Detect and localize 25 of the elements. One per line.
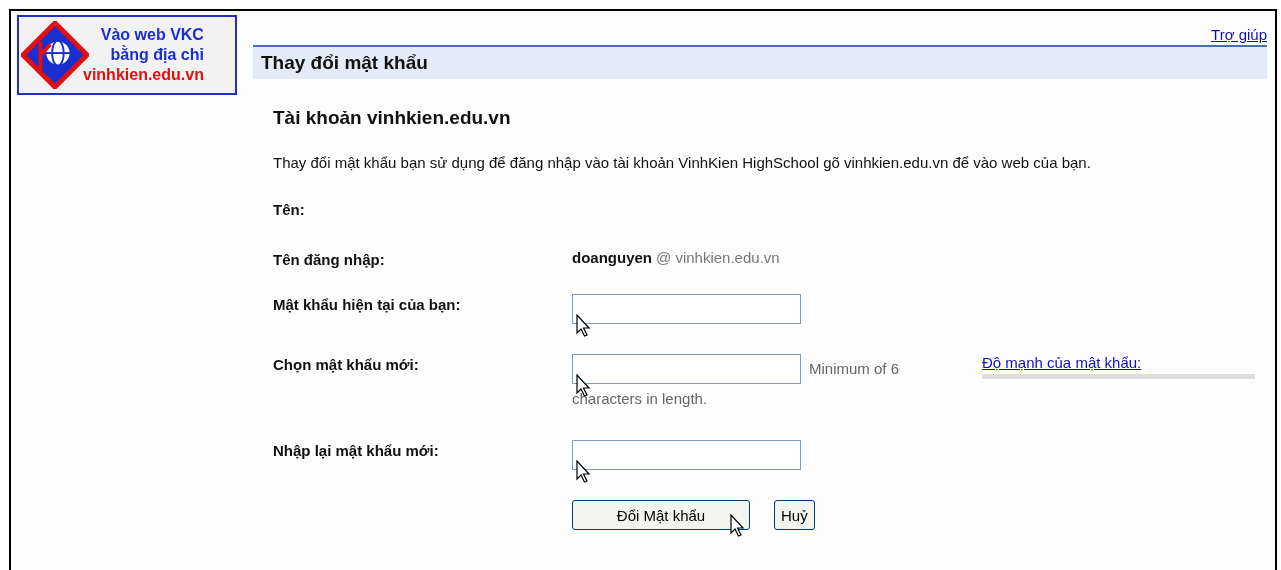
field-label: Nhập lại mật khẩu mới: <box>273 441 440 459</box>
help-link[interactable]: Trợ giúp <box>1211 26 1267 43</box>
logo-text: Vào web VKC <box>100 25 204 45</box>
field-label: Mật khẩu hiện tại của bạn: <box>273 295 462 313</box>
mouse-pointer-icon <box>576 314 592 338</box>
password-field[interactable] <box>572 354 801 384</box>
form-button[interactable]: Huỷ <box>774 500 815 530</box>
form-button[interactable]: Đổi Mật khẩu <box>572 500 750 530</box>
domain-text: @ vinhkien.edu.vn <box>656 249 780 266</box>
description-text: Thay đổi mật khẩu bạn sử dụng để đăng nhập vào tài khoản VinhKien HighSchool gõ vinhkien.edu.vn để vào web của bạn. <box>273 153 1092 173</box>
password-field[interactable] <box>572 294 801 324</box>
field-label: Tên: <box>273 200 306 218</box>
mouse-pointer-icon <box>730 514 746 538</box>
page-title: Thay đổi mật khẩu <box>261 52 428 74</box>
account-heading: Tài khoản vinhkien.edu.vn <box>273 107 512 129</box>
password-strength-link[interactable]: Độ mạnh của mật khẩu: <box>982 354 1142 371</box>
mouse-pointer-icon <box>576 460 592 484</box>
password-field[interactable] <box>572 440 801 470</box>
hint-text: Minimum of 6 <box>809 359 900 379</box>
field-label: Chọn mật khẩu mới: <box>273 355 420 373</box>
username-value: doanguyen <box>572 249 652 266</box>
hint-text: characters in length. <box>572 389 709 409</box>
logo-text: bằng địa chỉ <box>110 45 204 65</box>
field-label: Tên đăng nhập: <box>273 250 386 268</box>
logo-text: vinhkien.edu.vn <box>83 65 204 85</box>
